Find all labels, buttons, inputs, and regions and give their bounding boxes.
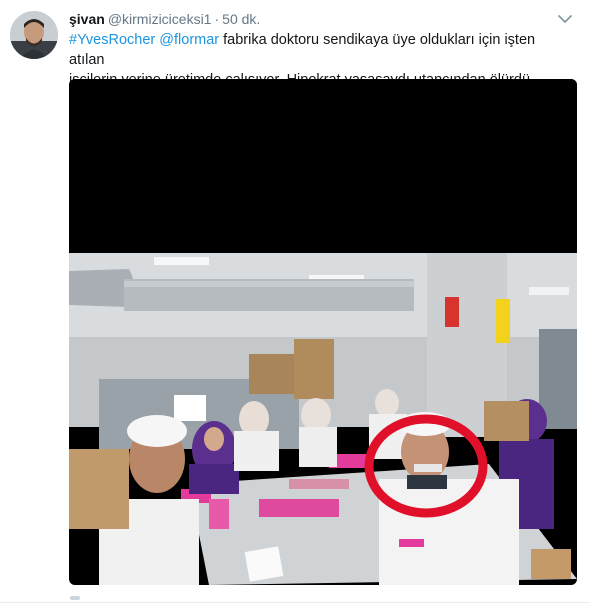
tweet-header: şivan @kirmiziciceksi1 · 50 dk. bbox=[69, 10, 260, 28]
action-bar-hint bbox=[70, 596, 80, 600]
mention-link[interactable]: @flormar bbox=[159, 32, 219, 48]
tweet-photo[interactable] bbox=[69, 79, 577, 585]
chevron-down-icon[interactable] bbox=[557, 12, 573, 26]
display-name[interactable]: şivan bbox=[69, 11, 105, 27]
timestamp[interactable]: 50 dk. bbox=[222, 11, 260, 27]
user-handle[interactable]: @kirmiziciceksi1 bbox=[108, 11, 212, 27]
tweet: şivan @kirmiziciceksi1 · 50 dk. #YvesRocher… bbox=[0, 0, 590, 603]
hashtag-link[interactable]: #YvesRocher bbox=[69, 32, 155, 48]
avatar[interactable] bbox=[10, 11, 58, 59]
separator-dot: · bbox=[214, 11, 220, 27]
